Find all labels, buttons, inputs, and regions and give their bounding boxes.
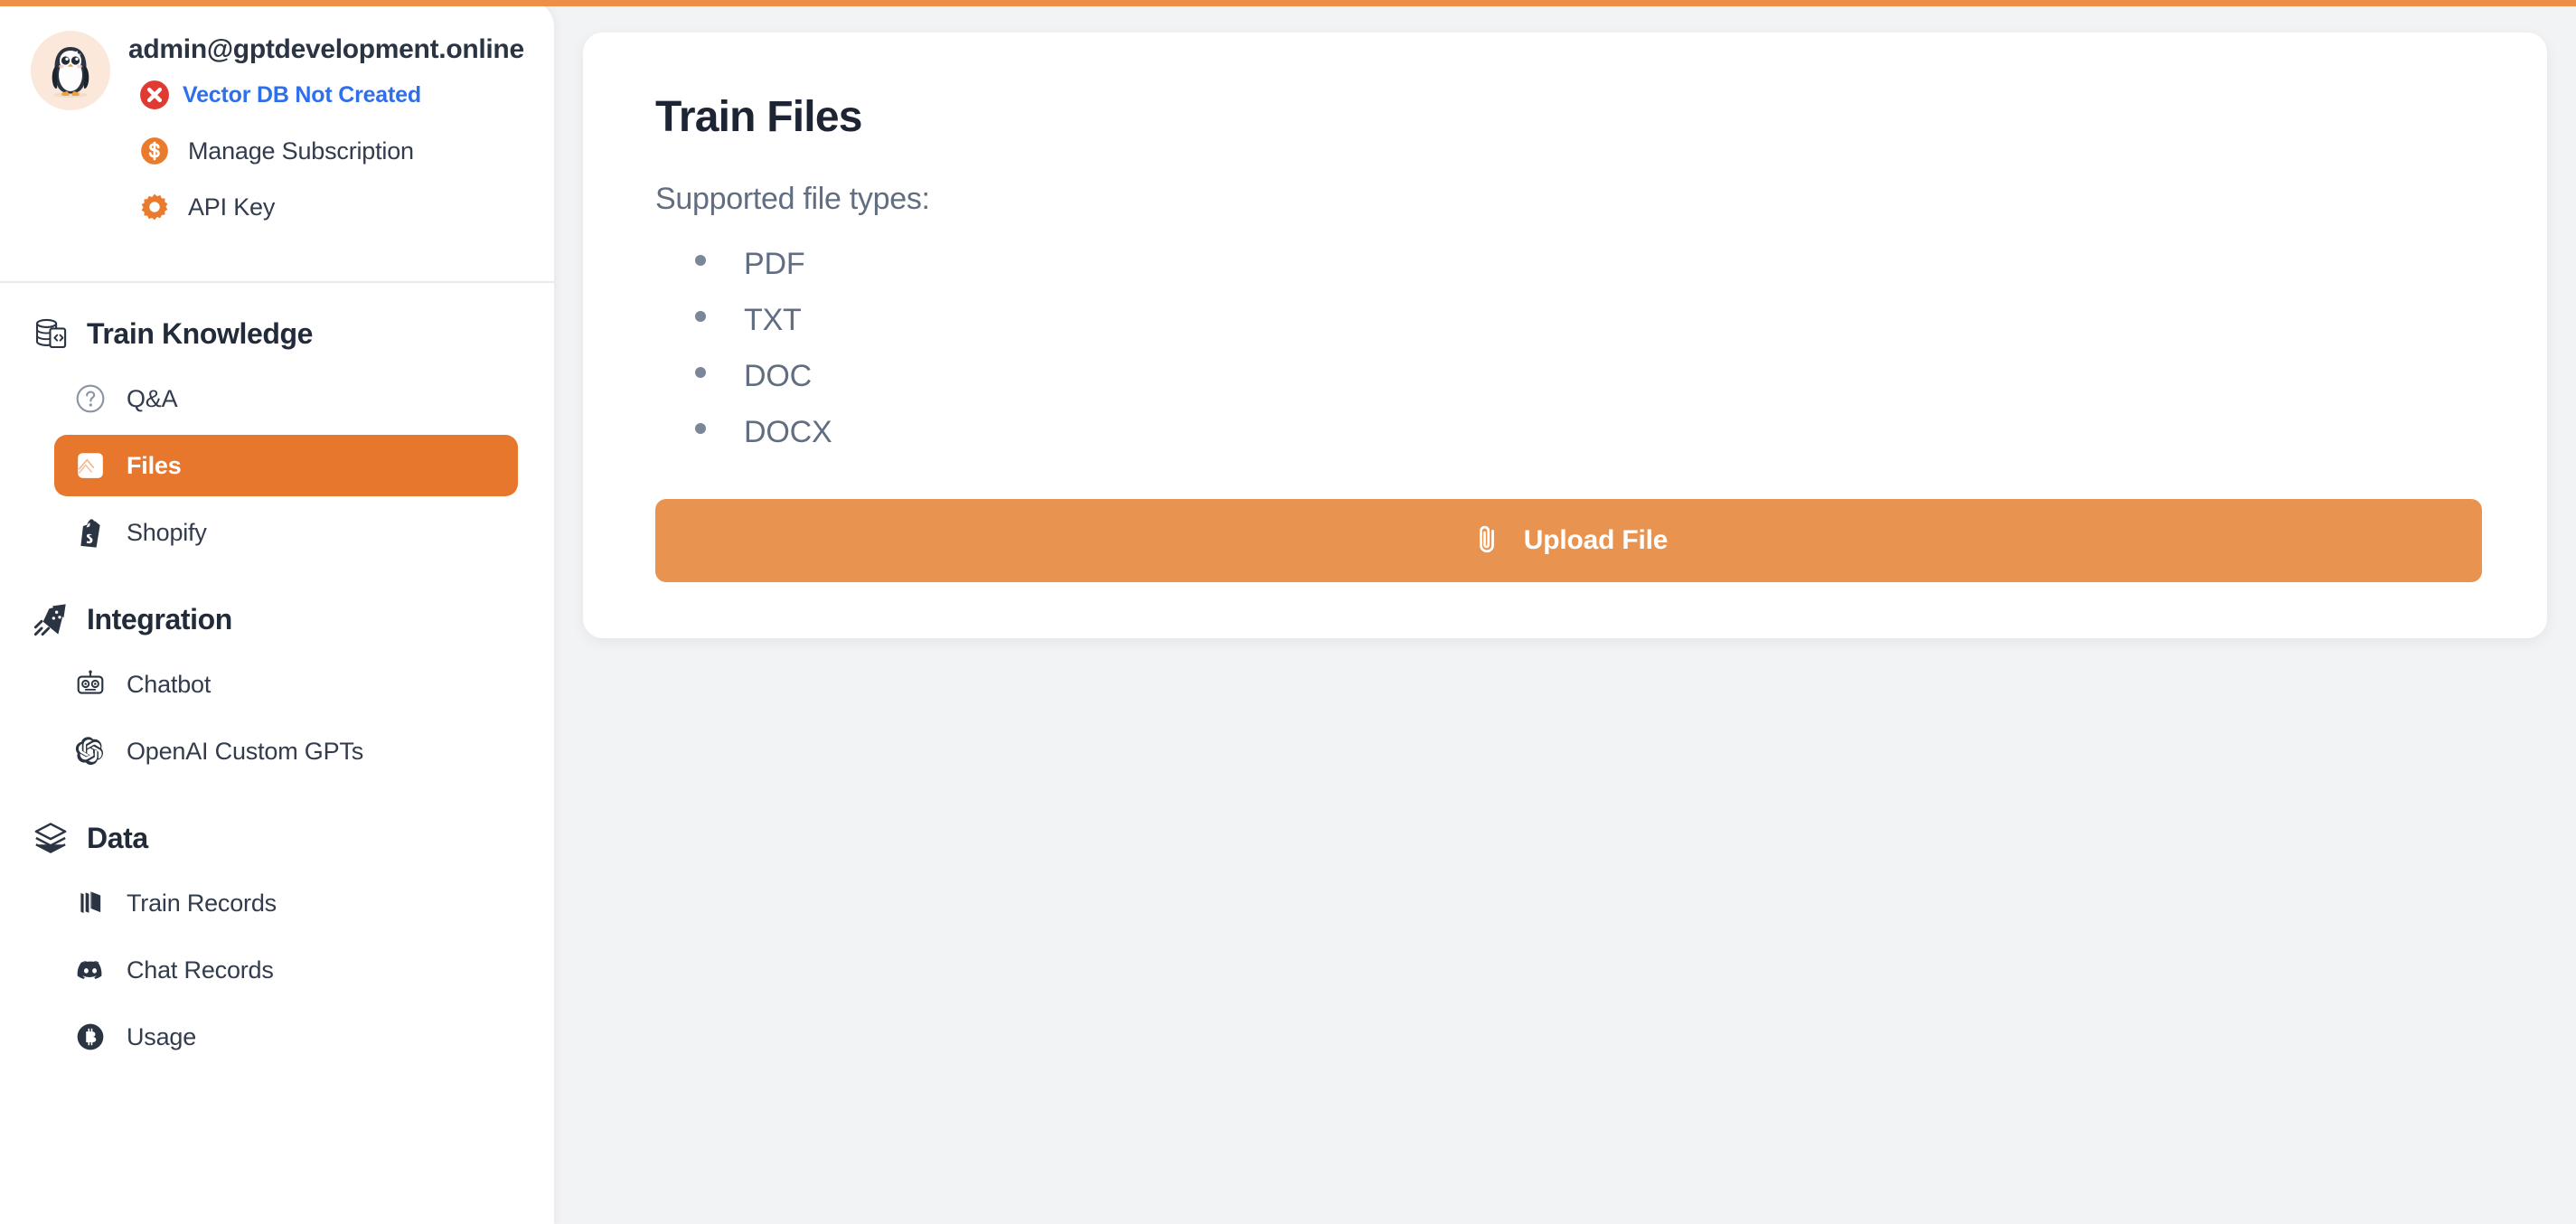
- supported-file-types-list: PDF TXT DOC DOCX: [695, 237, 2482, 461]
- nav-group-spacer: [31, 569, 523, 592]
- bullet-icon: [695, 422, 706, 434]
- layers-icon: [34, 823, 67, 853]
- discord-icon: [74, 954, 107, 986]
- nav-group-header-integration: Integration: [31, 592, 523, 646]
- sidebar-item-label-openai-custom-gpts: OpenAI Custom GPTs: [127, 737, 363, 765]
- supported-file-types-heading: Supported file types:: [655, 182, 930, 216]
- dollar-circle-icon: [141, 137, 168, 165]
- kite-icon: [33, 604, 66, 636]
- sidebar-item-usage[interactable]: Usage: [54, 1006, 523, 1068]
- bullet-icon: [695, 255, 706, 266]
- paperclip-icon: [1479, 525, 1494, 552]
- nav-group-title-data: Data: [87, 821, 148, 854]
- file-type-label: DOC: [744, 358, 812, 393]
- sidebar-item-train-records[interactable]: Train Records: [54, 872, 523, 934]
- page-title: Train Files: [655, 93, 862, 141]
- file-type-label: DOCX: [744, 414, 832, 449]
- main-content: Train Files Supported file types: PDF TX…: [554, 0, 2576, 1224]
- bullet-icon: [695, 366, 706, 378]
- nav-group-train-knowledge: Train Knowledge Q&A Files Shopify: [31, 306, 523, 563]
- sidebar-item-label-chatbot: Chatbot: [127, 670, 212, 698]
- sidebar-item-label-qa: Q&A: [127, 384, 178, 412]
- bullet-icon: [695, 310, 706, 322]
- upload-file-button[interactable]: Upload File: [655, 498, 2482, 582]
- list-item: TXT: [695, 293, 2482, 349]
- sidebar-item-label-chat-records: Chat Records: [127, 956, 274, 984]
- api-key-link[interactable]: API Key: [128, 192, 524, 222]
- sidebar-item-qa[interactable]: Q&A: [54, 368, 523, 429]
- sidebar-item-chat-records[interactable]: Chat Records: [54, 939, 523, 1001]
- account-email: admin@gptdevelopment.online: [128, 34, 524, 64]
- nav-group-data: Data Train Records Chat Records Usage: [31, 811, 523, 1068]
- penguin-avatar-icon: [52, 47, 89, 98]
- sidebar-item-label-shopify: Shopify: [127, 518, 207, 546]
- sidebar-item-label-files: Files: [127, 451, 182, 479]
- top-accent-bar: [0, 0, 2576, 6]
- sidebar-item-chatbot[interactable]: Chatbot: [54, 654, 523, 715]
- vector-db-status-label: Vector DB Not Created: [183, 81, 421, 108]
- bitcoin-icon: [74, 1021, 107, 1053]
- nav-group-spacer: [31, 787, 523, 811]
- account-block: admin@gptdevelopment.online Vector DB No…: [0, 0, 554, 283]
- manage-subscription-link[interactable]: Manage Subscription: [128, 136, 524, 166]
- nav-group-title-integration: Integration: [87, 602, 232, 636]
- nav-group-title-train-knowledge: Train Knowledge: [87, 316, 314, 350]
- account-row: admin@gptdevelopment.online Vector DB No…: [31, 27, 524, 222]
- books-icon: [74, 887, 107, 919]
- robot-icon: [74, 668, 107, 701]
- nav-group-header-train-knowledge: Train Knowledge: [31, 306, 523, 361]
- shopify-bag-icon: [74, 516, 107, 549]
- train-files-card: Train Files Supported file types: PDF TX…: [583, 33, 2547, 638]
- list-item: PDF: [695, 237, 2482, 293]
- openai-logo-icon: [74, 735, 107, 767]
- error-circle-x-icon: [140, 80, 169, 109]
- question-circle-icon: [74, 382, 107, 415]
- manage-subscription-label: Manage Subscription: [188, 137, 414, 165]
- sidebar-item-files[interactable]: Files: [54, 435, 518, 496]
- app-shell: admin@gptdevelopment.online Vector DB No…: [0, 0, 2576, 1224]
- list-item: DOCX: [695, 405, 2482, 461]
- sidebar-nav: Train Knowledge Q&A Files Shopify Integr…: [0, 283, 554, 1068]
- api-key-label: API Key: [188, 193, 276, 221]
- vector-db-status[interactable]: Vector DB Not Created: [128, 80, 524, 110]
- list-item: DOC: [695, 349, 2482, 405]
- penguin-avatar[interactable]: [31, 31, 110, 110]
- sidebar: admin@gptdevelopment.online Vector DB No…: [0, 0, 554, 1224]
- sidebar-item-openai-custom-gpts[interactable]: OpenAI Custom GPTs: [54, 720, 523, 782]
- account-text: admin@gptdevelopment.online Vector DB No…: [128, 27, 524, 222]
- nav-group-header-data: Data: [31, 811, 523, 865]
- sidebar-item-label-train-records: Train Records: [127, 889, 277, 917]
- file-type-label: PDF: [744, 247, 805, 281]
- database-code-icon: [35, 318, 67, 349]
- sidebar-item-label-usage: Usage: [127, 1022, 197, 1050]
- upload-file-label: Upload File: [1523, 524, 1669, 555]
- gear-icon: [141, 193, 168, 221]
- nav-group-integration: Integration Chatbot OpenAI Custom GPTs: [31, 592, 523, 782]
- file-page-icon: [74, 449, 107, 482]
- file-type-label: TXT: [744, 302, 802, 337]
- sidebar-item-shopify[interactable]: Shopify: [54, 502, 523, 563]
